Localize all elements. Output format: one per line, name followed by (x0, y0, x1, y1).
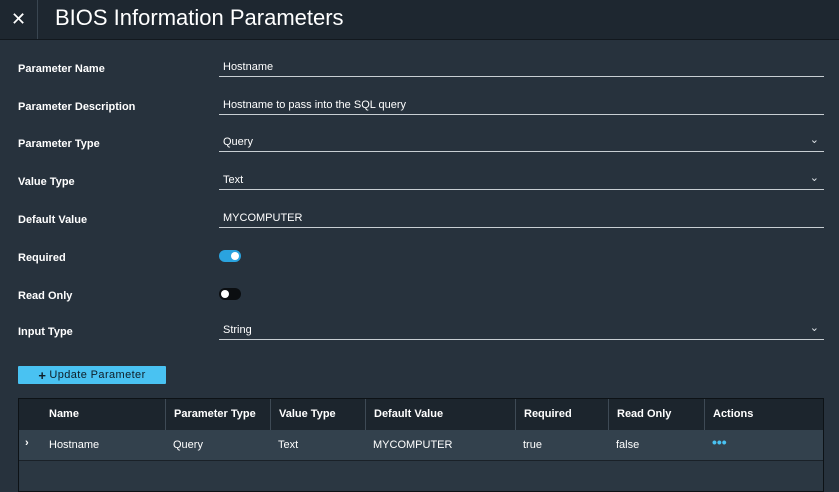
grid-header: Name Parameter Type Value Type Default V… (19, 399, 823, 430)
required-label: Required (18, 252, 66, 264)
plus-icon[interactable]: + (38, 368, 46, 383)
parameter-description-field[interactable]: Hostname to pass into the SQL query (219, 93, 824, 115)
update-parameter-label[interactable]: Update Parameter (49, 369, 145, 381)
cell-default-value: MYCOMPUTER (373, 439, 453, 451)
parameter-name-value[interactable]: Hostname (223, 61, 273, 73)
parameter-type-select[interactable]: Query ⌄ (219, 130, 824, 152)
column-header-name[interactable]: Name (41, 399, 165, 430)
cell-value-type: Text (278, 439, 299, 451)
input-type-select[interactable]: String ⌄ (219, 318, 824, 340)
close-icon[interactable]: ✕ (11, 9, 26, 30)
value-type-label: Value Type (18, 176, 75, 188)
default-value-value[interactable]: MYCOMPUTER (223, 212, 302, 224)
table-row[interactable]: › Hostname Query Text MYCOMPUTER true fa… (19, 430, 823, 461)
parameter-type-row: Parameter Type Query ⌄ (0, 130, 839, 160)
read-only-row: Read Only (0, 282, 839, 312)
column-header-read-only[interactable]: Read Only (608, 399, 704, 430)
input-type-label: Input Type (18, 326, 73, 338)
chevron-down-icon[interactable]: ⌄ (810, 171, 819, 184)
cell-name: Hostname (49, 439, 100, 451)
page-title: BIOS Information Parameters (55, 5, 344, 30)
column-header-value-type[interactable]: Value Type (270, 399, 365, 430)
close-button[interactable]: ✕ (0, 0, 38, 39)
default-value-label: Default Value (18, 214, 88, 226)
parameter-type-value[interactable]: Query (223, 136, 253, 148)
chevron-down-icon[interactable]: ⌄ (810, 133, 819, 146)
column-header-parameter-type[interactable]: Parameter Type (165, 399, 270, 430)
parameter-name-label: Parameter Name (18, 63, 105, 75)
read-only-toggle[interactable] (219, 288, 241, 300)
value-type-select[interactable]: Text ⌄ (219, 168, 824, 190)
chevron-down-icon[interactable]: ⌄ (810, 321, 819, 334)
value-type-row: Value Type Text ⌄ (0, 168, 839, 198)
parameter-name-row: Parameter Name Hostname (0, 55, 839, 85)
required-toggle[interactable] (219, 250, 241, 262)
update-parameter-button[interactable]: + Update Parameter (18, 366, 166, 384)
more-actions-icon[interactable]: ••• (712, 434, 727, 450)
title-bar: ✕ BIOS Information Parameters (0, 0, 839, 40)
cell-required: true (523, 439, 542, 451)
default-value-field[interactable]: MYCOMPUTER (219, 206, 824, 228)
input-type-row: Input Type String ⌄ (0, 318, 839, 348)
read-only-label: Read Only (18, 290, 73, 302)
parameter-name-field[interactable]: Hostname (219, 55, 824, 77)
default-value-row: Default Value MYCOMPUTER (0, 206, 839, 236)
parameters-grid: Name Parameter Type Value Type Default V… (18, 398, 824, 492)
parameter-type-label: Parameter Type (18, 138, 100, 150)
cell-parameter-type: Query (173, 439, 203, 451)
required-row: Required (0, 244, 839, 274)
chevron-right-icon[interactable]: › (25, 437, 29, 449)
parameter-description-row: Parameter Description Hostname to pass i… (0, 93, 839, 123)
input-type-value[interactable]: String (223, 324, 252, 336)
cell-read-only: false (616, 439, 640, 451)
column-header-required[interactable]: Required (515, 399, 608, 430)
parameter-description-value[interactable]: Hostname to pass into the SQL query (223, 99, 406, 111)
column-header-default-value[interactable]: Default Value (365, 399, 515, 430)
value-type-value[interactable]: Text (223, 174, 243, 186)
parameter-description-label: Parameter Description (18, 101, 136, 113)
toggle-knob (231, 252, 239, 260)
column-header-actions: Actions (704, 399, 823, 430)
toggle-knob (221, 290, 229, 298)
